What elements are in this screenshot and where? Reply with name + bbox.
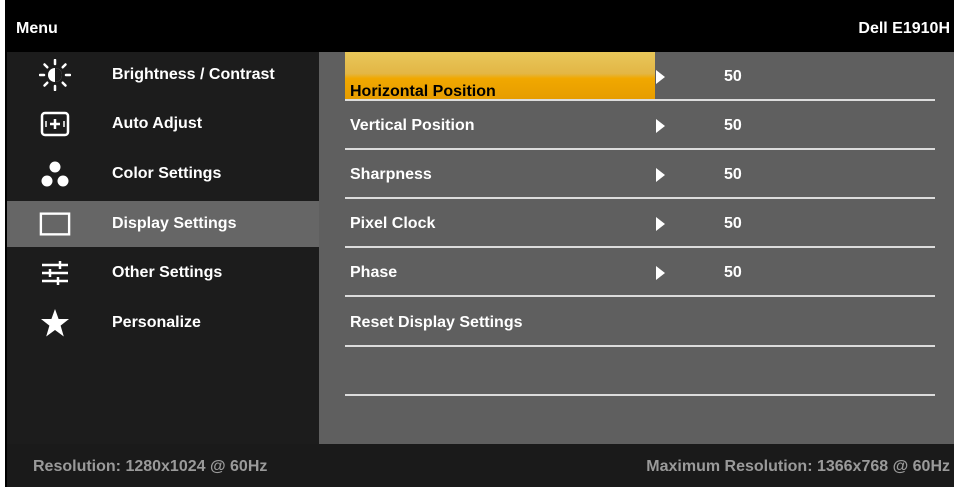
sidebar-item-brightness-contrast[interactable]: Brightness / Contrast: [7, 52, 319, 98]
sidebar-item-label: Other Settings: [112, 264, 223, 281]
reset-display-settings-row[interactable]: Reset Display Settings: [345, 298, 935, 347]
sidebar-item-personalize[interactable]: Personalize: [7, 300, 319, 346]
arrow-right-icon: [656, 69, 665, 84]
maximum-resolution: Maximum Resolution: 1366x768 @ 60Hz: [646, 458, 950, 475]
row-label: Sharpness: [350, 165, 432, 183]
sliders-icon: [39, 257, 71, 289]
empty-row: [345, 347, 935, 396]
model-name: Dell E1910H: [858, 20, 950, 37]
pixel-clock-row[interactable]: Pixel Clock 50: [345, 199, 935, 248]
arrow-right-icon: [656, 216, 665, 231]
arrow-right-icon: [656, 167, 665, 182]
sidebar-item-auto-adjust[interactable]: Auto Adjust: [7, 101, 319, 147]
sidebar-item-display-settings[interactable]: Display Settings: [7, 201, 319, 247]
display-icon: [39, 208, 71, 240]
row-value: 50: [724, 116, 742, 134]
display-settings-panel: Horizontal Position 50 Vertical Position…: [319, 52, 954, 444]
sidebar-item-label: Display Settings: [112, 215, 237, 232]
arrow-right-icon: [656, 118, 665, 133]
sidebar-item-other-settings[interactable]: Other Settings: [7, 250, 319, 296]
row-value: 50: [724, 67, 742, 85]
row-label: Reset Display Settings: [350, 313, 523, 331]
star-icon: [39, 307, 71, 339]
row-divider: [345, 295, 935, 297]
osd-header: Menu Dell E1910H: [7, 0, 954, 52]
row-value: 50: [724, 165, 742, 183]
menu-title: Menu: [16, 20, 58, 37]
row-value: 50: [724, 263, 742, 281]
sidebar-item-label: Brightness / Contrast: [112, 66, 275, 83]
sidebar-item-color-settings[interactable]: Color Settings: [7, 151, 319, 197]
sidebar-item-label: Color Settings: [112, 165, 222, 182]
auto-adjust-icon: [39, 108, 71, 140]
color-settings-icon: [39, 158, 71, 190]
osd-footer: Resolution: 1280x1024 @ 60Hz Maximum Res…: [7, 444, 954, 487]
current-resolution: Resolution: 1280x1024 @ 60Hz: [33, 458, 268, 475]
phase-row[interactable]: Phase 50: [345, 248, 935, 297]
sharpness-row[interactable]: Sharpness 50: [345, 150, 935, 199]
arrow-right-icon: [656, 265, 665, 280]
sidebar-item-label: Personalize: [112, 314, 201, 331]
osd-sidebar: Brightness / Contrast Auto Adjust Color …: [7, 52, 319, 444]
brightness-icon: [39, 59, 71, 91]
horizontal-position-row[interactable]: Horizontal Position 50: [345, 52, 935, 101]
row-divider: [345, 394, 935, 396]
vertical-position-row[interactable]: Vertical Position 50: [345, 101, 935, 150]
row-value: 50: [724, 214, 742, 232]
sidebar-item-label: Auto Adjust: [112, 115, 203, 132]
monitor-osd: Menu Dell E1910H Brightness / Contrast A…: [5, 0, 954, 487]
row-label: Phase: [350, 263, 398, 281]
row-label: Vertical Position: [350, 116, 475, 134]
row-label: Pixel Clock: [350, 214, 436, 232]
